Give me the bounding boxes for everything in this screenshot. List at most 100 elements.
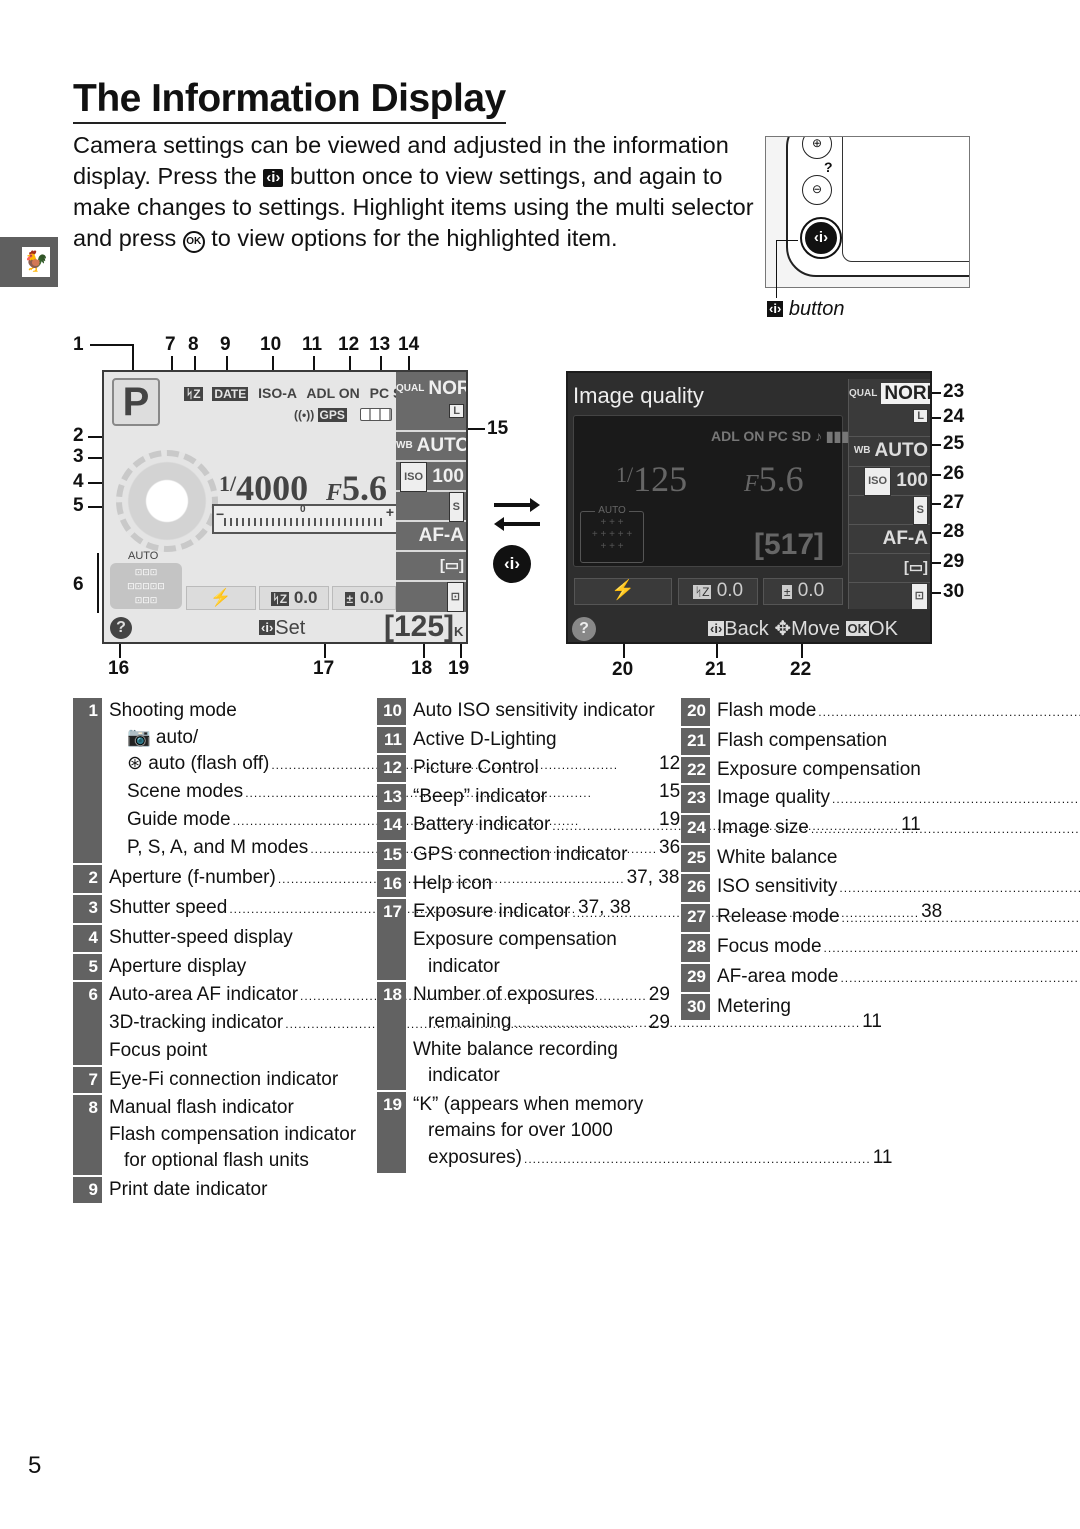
leader-line — [776, 240, 777, 298]
image-quality-row[interactable]: QUALNORM L — [848, 379, 930, 437]
index-number-badge: 3 — [73, 895, 102, 923]
flash-comp-cell[interactable]: ᛋZ 0.0 — [678, 578, 758, 605]
index-label: Aperture (f-number) — [109, 867, 276, 888]
index-label: Focus mode — [717, 935, 822, 957]
index-line: Auto ISO sensitivity indicator — [413, 698, 665, 725]
page-title: The Information Display — [73, 76, 506, 124]
print-date-icon: DATE — [212, 387, 249, 401]
back-hint[interactable]: Back — [724, 618, 768, 640]
index-line: Manual flash indicator — [109, 1095, 363, 1122]
index-entry: 4 Shutter-speed display — [73, 925, 363, 952]
camera-back-illustration: ⊕ ? ⊖ ‹i› — [765, 136, 970, 288]
exposure-comp-cell[interactable]: ± 0.0 — [332, 586, 396, 610]
multi-selector-icon: ✥ — [774, 618, 792, 640]
focus-points: + + + + + + + + + + + — [591, 517, 633, 552]
index-entry: 16 Help icon — [377, 870, 665, 897]
k-indicator: K — [454, 624, 464, 639]
flash-mode-cell[interactable]: ⚡ — [186, 586, 256, 610]
index-entry: 15 GPS connection indicator — [377, 842, 665, 869]
flash-mode-cell[interactable]: ⚡ — [574, 578, 672, 605]
af-area-row[interactable]: [▭] — [396, 552, 466, 582]
index-number-badge: 26 — [681, 873, 710, 902]
flash-comp-cell[interactable]: ᛋZ 0.0 — [259, 586, 329, 610]
white-balance-row[interactable]: WB AUTO — [848, 437, 930, 467]
leader-dots: ........................................… — [810, 822, 1080, 836]
help-mark: ? — [824, 159, 833, 175]
index-label: 📷 auto/ — [127, 726, 199, 748]
leader-dots: ........................................… — [524, 1151, 871, 1166]
index-number-badge: 29 — [681, 963, 710, 992]
index-line: Metering — [717, 994, 970, 1021]
index-label: Picture Control — [413, 757, 539, 778]
callout-number: 14 — [398, 334, 420, 355]
lcd-title: Image quality — [573, 383, 704, 408]
index-line: AF-area mode............................… — [717, 964, 1080, 992]
release-mode-value: S — [448, 492, 464, 522]
index-label: “Beep” indicator — [413, 785, 548, 807]
quality-value-selected[interactable]: NORM — [881, 383, 930, 404]
index-label: Flash compensation — [717, 730, 888, 751]
release-mode-row[interactable]: S — [848, 496, 930, 525]
index-label: Battery indicator — [413, 814, 551, 835]
callout-number: 22 — [790, 659, 812, 680]
callout-number: 3 — [73, 446, 84, 467]
index-label: “K” (appears when memory — [413, 1093, 644, 1115]
focus-mode-row[interactable]: AF-A — [848, 525, 930, 554]
index-number-badge: 16 — [377, 870, 406, 897]
index-label: remaining — [428, 1010, 512, 1032]
info-button-icon: ‹i› — [708, 621, 725, 636]
metering-row[interactable]: ⊡ — [848, 583, 930, 610]
index-line: Aperture display — [109, 954, 363, 981]
leader-line — [97, 553, 99, 613]
af-area-row[interactable]: [▭] — [848, 554, 930, 583]
rooster-icon: 🐓 — [22, 247, 50, 277]
index-label: exposures) — [428, 1146, 522, 1168]
ok-hint[interactable]: OK — [869, 618, 898, 640]
callout-number: 24 — [943, 406, 965, 427]
release-mode-row[interactable]: S — [396, 492, 466, 522]
callout-number: 16 — [108, 658, 130, 679]
index-number-badge: 4 — [73, 925, 102, 952]
remaining-value: [125] — [384, 610, 455, 643]
image-quality-row[interactable]: QUALNORM L — [396, 372, 466, 432]
help-icon[interactable]: ? — [110, 617, 132, 639]
iso-row[interactable]: ISO 100 — [848, 467, 930, 496]
index-label: Image size — [717, 817, 809, 838]
exposure-comp-icon: ± — [344, 592, 356, 606]
callout-number: 27 — [943, 492, 965, 513]
help-icon[interactable]: ? — [572, 617, 596, 641]
index-entry: 30 Metering — [681, 993, 970, 1021]
index-number-badge: 11 — [377, 726, 406, 753]
index-line: Picture Control — [413, 755, 665, 782]
connection-row: ((•)) GPS — [294, 408, 393, 422]
callout-number: 5 — [73, 495, 84, 516]
exposure-comp-cell[interactable]: ± 0.0 — [763, 578, 843, 605]
index-label: Flash compensation indicator — [109, 1123, 357, 1145]
index-number-badge: 24 — [681, 815, 710, 843]
callout-number: 25 — [943, 433, 965, 454]
white-balance-row[interactable]: WB AUTO — [396, 432, 466, 462]
exposure-plus: + — [385, 504, 394, 520]
index-line: Print date indicator — [109, 1177, 363, 1204]
index-line: Flash mode..............................… — [717, 698, 1080, 726]
callout-number: 1 — [73, 334, 84, 355]
move-hint[interactable]: Move — [791, 618, 840, 640]
iso-row[interactable]: ISO 100 — [396, 462, 466, 492]
index-column-1: 1 Shooting mode 📷 auto/⊛ auto (flash off).… — [73, 698, 680, 1205]
metering-row[interactable]: ⊡ — [396, 582, 466, 612]
exposure-comp-value: 0.0 — [359, 588, 384, 607]
index-number-badge: 2 — [73, 865, 102, 893]
focus-mode-value: AF-A — [418, 525, 464, 546]
index-line: Eye-Fi connection indicator — [109, 1067, 363, 1094]
index-number-badge: 8 — [73, 1095, 102, 1175]
callout-number: 2 — [73, 425, 84, 446]
callout-number: 9 — [220, 334, 231, 355]
index-label: Shutter speed — [109, 897, 228, 918]
focus-mode-row[interactable]: AF-A — [396, 522, 466, 552]
page-reference[interactable]: 11 — [873, 1145, 893, 1173]
button-caption: ‹i› button — [767, 298, 844, 321]
index-entry: 11 Active D-Lighting — [377, 726, 665, 753]
active-d-lighting-icon: ADL ON — [306, 385, 360, 401]
page-number: 5 — [28, 1452, 42, 1479]
status-icons-row: ADL ON PC SD ♪ ▮▮▮ — [711, 428, 849, 444]
